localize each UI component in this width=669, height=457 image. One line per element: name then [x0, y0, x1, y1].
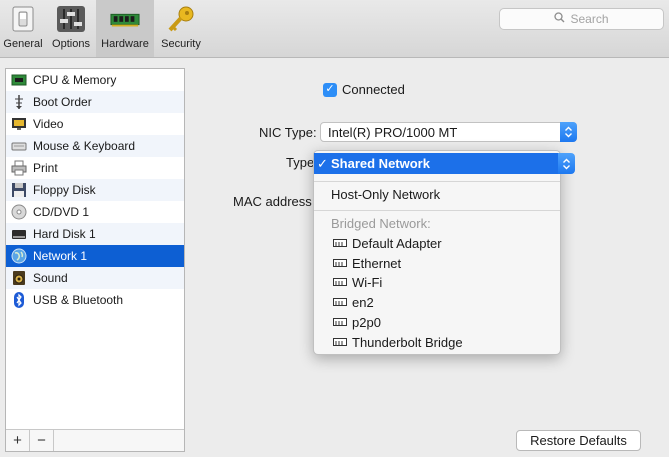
- type-label: Type: [286, 155, 315, 170]
- menu-item-label: Shared Network: [331, 156, 430, 171]
- search-input[interactable]: Search: [499, 8, 664, 30]
- sidebar-item-mouse-keyboard[interactable]: Mouse & Keyboard: [6, 135, 184, 157]
- toolbar-label: Options: [52, 38, 90, 50]
- toolbar: General Options Hardware Security Search: [0, 0, 669, 58]
- bluetooth-icon: [11, 292, 27, 308]
- sidebar-item-label: Video: [33, 117, 64, 131]
- menu-item-label: Wi-Fi: [352, 274, 383, 290]
- updown-chevron-icon: [558, 153, 575, 174]
- restore-defaults-button[interactable]: Restore Defaults: [516, 430, 641, 451]
- menu-item-bridged-adapter[interactable]: Ethernet: [333, 253, 401, 273]
- globe-icon: [11, 248, 27, 264]
- connected-label: Connected: [342, 82, 405, 97]
- sidebar-item-label: Network 1: [33, 249, 88, 263]
- toolbar-options[interactable]: Options: [46, 0, 96, 57]
- sidebar-item-usb-bluetooth[interactable]: USB & Bluetooth: [6, 289, 184, 311]
- network-adapter-icon: [333, 315, 347, 330]
- toolbar-label: General: [3, 38, 43, 50]
- checkmark-icon: ✓: [323, 82, 337, 97]
- menu-item-bridged-adapter[interactable]: Wi-Fi: [333, 272, 382, 292]
- sidebar-item-floppy-disk[interactable]: Floppy Disk: [6, 179, 184, 201]
- mac-address-label: MAC address: [233, 194, 312, 209]
- network-adapter-icon: [333, 335, 347, 350]
- network-adapter-icon: [333, 256, 347, 271]
- sidebar-item-label: USB & Bluetooth: [33, 293, 124, 307]
- checkmark-icon: ✓: [317, 155, 328, 171]
- menu-divider: [314, 181, 560, 182]
- menu-item-bridged-adapter[interactable]: Thunderbolt Bridge: [333, 332, 463, 352]
- menu-item-label: Default Adapter: [352, 235, 442, 251]
- memory-chip-icon: [110, 5, 140, 33]
- nic-type-value: Intel(R) PRO/1000 MT: [328, 124, 458, 140]
- toolbar-general[interactable]: General: [0, 0, 46, 57]
- keyboard-icon: [11, 138, 27, 154]
- updown-chevron-icon: [560, 122, 577, 142]
- printer-icon: [11, 160, 27, 176]
- network-adapter-icon: [333, 275, 347, 290]
- key-icon: [166, 5, 196, 33]
- menu-item-bridged-adapter[interactable]: Default Adapter: [333, 233, 442, 253]
- sidebar-item-cpu-memory[interactable]: CPU & Memory: [6, 69, 184, 91]
- menu-item-bridged-adapter[interactable]: p2p0: [333, 312, 381, 332]
- nic-type-select[interactable]: Intel(R) PRO/1000 MT: [320, 122, 577, 142]
- menu-item-label: Ethernet: [352, 255, 402, 271]
- sidebar-item-label: Hard Disk 1: [33, 227, 96, 241]
- toolbar-label: Hardware: [101, 38, 149, 50]
- sidebar-item-label: Boot Order: [33, 95, 92, 109]
- network-adapter-icon: [333, 295, 347, 310]
- switch-icon: [8, 5, 38, 33]
- sidebar-item-video[interactable]: Video: [6, 113, 184, 135]
- toolbar-security[interactable]: Security: [156, 0, 206, 57]
- menu-section-bridged: Bridged Network:: [331, 216, 431, 231]
- menu-divider: [314, 210, 560, 211]
- hard-disk-icon: [11, 226, 27, 242]
- sidebar-item-label: CPU & Memory: [33, 73, 117, 87]
- sidebar-item-label: Mouse & Keyboard: [33, 139, 136, 153]
- sidebar-item-label: CD/DVD 1: [33, 205, 90, 219]
- sidebar-item-sound[interactable]: Sound: [6, 267, 184, 289]
- sidebar-item-boot-order[interactable]: Boot Order: [6, 91, 184, 113]
- remove-device-button[interactable]: −: [30, 430, 54, 451]
- sidebar-item-print[interactable]: Print: [6, 157, 184, 179]
- sidebar-item-label: Floppy Disk: [33, 183, 96, 197]
- search-placeholder: Search: [570, 12, 609, 26]
- floppy-icon: [11, 182, 27, 198]
- type-dropdown-menu: ✓ Shared Network Host-Only Network Bridg…: [313, 150, 575, 355]
- menu-item-shared-network[interactable]: ✓ Shared Network: [314, 153, 575, 174]
- menu-item-label: p2p0: [352, 314, 381, 330]
- add-device-button[interactable]: +: [6, 430, 30, 451]
- sidebar-item-cd-dvd[interactable]: CD/DVD 1: [6, 201, 184, 223]
- cd-icon: [11, 204, 27, 220]
- nic-type-label: NIC Type:: [259, 125, 317, 140]
- monitor-icon: [11, 116, 27, 132]
- menu-item-host-only[interactable]: Host-Only Network: [331, 184, 440, 204]
- connected-checkbox[interactable]: ✓ Connected: [323, 82, 405, 97]
- chip-icon: [11, 72, 27, 88]
- sidebar-item-hard-disk[interactable]: Hard Disk 1: [6, 223, 184, 245]
- toolbar-label: Security: [161, 38, 201, 50]
- sidebar-item-network[interactable]: Network 1: [6, 245, 184, 267]
- hardware-list: CPU & Memory Boot Order Video Mouse & Ke…: [5, 68, 185, 452]
- speaker-icon: [11, 270, 27, 286]
- network-adapter-icon: [333, 236, 347, 251]
- search-icon: [554, 12, 565, 26]
- sidebar-item-label: Sound: [33, 271, 68, 285]
- sliders-icon: [56, 5, 86, 33]
- sidebar-footer: + −: [6, 429, 184, 451]
- boot-order-icon: [11, 94, 27, 110]
- menu-item-label: en2: [352, 294, 374, 310]
- sidebar-item-label: Print: [33, 161, 58, 175]
- toolbar-hardware[interactable]: Hardware: [96, 0, 154, 57]
- menu-item-label: Thunderbolt Bridge: [352, 334, 463, 350]
- menu-item-bridged-adapter[interactable]: en2: [333, 292, 374, 312]
